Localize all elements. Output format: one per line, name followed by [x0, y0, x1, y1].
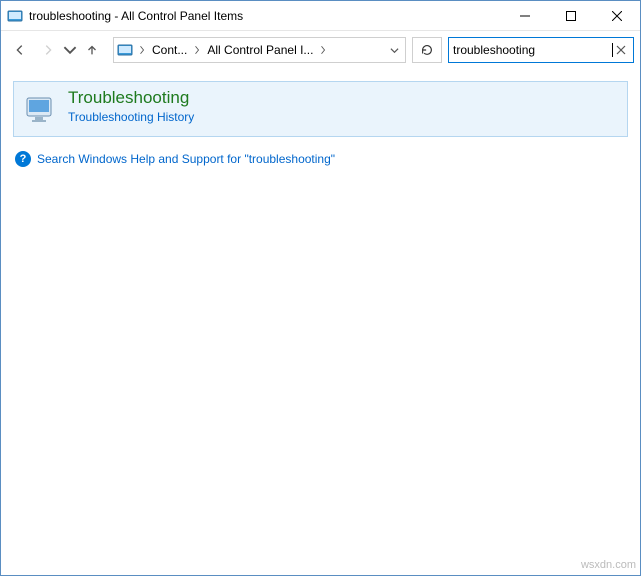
search-help-link[interactable]: ? Search Windows Help and Support for "t… — [13, 151, 628, 167]
breadcrumb-chevron-icon[interactable] — [191, 45, 203, 55]
recent-locations-button[interactable] — [63, 37, 77, 63]
close-icon — [616, 45, 626, 55]
search-input[interactable] — [453, 43, 613, 57]
refresh-button[interactable] — [412, 37, 442, 63]
arrow-left-icon — [13, 43, 27, 57]
search-result-item[interactable]: Troubleshooting Troubleshooting History — [13, 81, 628, 137]
address-dropdown-button[interactable] — [383, 46, 405, 55]
help-icon: ? — [15, 151, 31, 167]
breadcrumb-chevron-icon[interactable] — [317, 45, 329, 55]
close-button[interactable] — [594, 1, 640, 31]
breadcrumb-segment-2[interactable]: All Control Panel I... — [203, 38, 317, 62]
arrow-up-icon — [85, 43, 99, 57]
address-icon — [114, 42, 136, 58]
refresh-icon — [420, 43, 434, 57]
maximize-button[interactable] — [548, 1, 594, 31]
result-title[interactable]: Troubleshooting — [68, 88, 194, 108]
arrow-right-icon — [41, 43, 55, 57]
content-area: Troubleshooting Troubleshooting History … — [1, 69, 640, 575]
troubleshooting-icon — [24, 92, 58, 126]
address-bar[interactable]: Cont... All Control Panel I... — [113, 37, 406, 63]
search-box[interactable] — [448, 37, 634, 63]
back-button[interactable] — [7, 37, 33, 63]
breadcrumb-chevron-icon[interactable] — [136, 45, 148, 55]
watermark: wsxdn.com — [581, 559, 636, 571]
result-text-block: Troubleshooting Troubleshooting History — [68, 88, 194, 124]
breadcrumb-segment-1[interactable]: Cont... — [148, 38, 191, 62]
minimize-button[interactable] — [502, 1, 548, 31]
chevron-down-icon — [390, 46, 399, 55]
nav-row: Cont... All Control Panel I... — [1, 31, 640, 69]
close-icon — [612, 11, 622, 21]
help-link-text: Search Windows Help and Support for "tro… — [37, 152, 335, 166]
forward-button[interactable] — [35, 37, 61, 63]
minimize-icon — [520, 11, 530, 21]
title-bar: troubleshooting - All Control Panel Item… — [1, 1, 640, 31]
window-title: troubleshooting - All Control Panel Item… — [29, 9, 243, 23]
control-panel-window: troubleshooting - All Control Panel Item… — [0, 0, 641, 576]
chevron-down-icon — [63, 43, 77, 57]
result-sublink[interactable]: Troubleshooting History — [68, 110, 194, 124]
clear-search-button[interactable] — [613, 42, 629, 58]
maximize-icon — [566, 11, 576, 21]
up-button[interactable] — [79, 37, 105, 63]
control-panel-icon — [7, 8, 23, 24]
